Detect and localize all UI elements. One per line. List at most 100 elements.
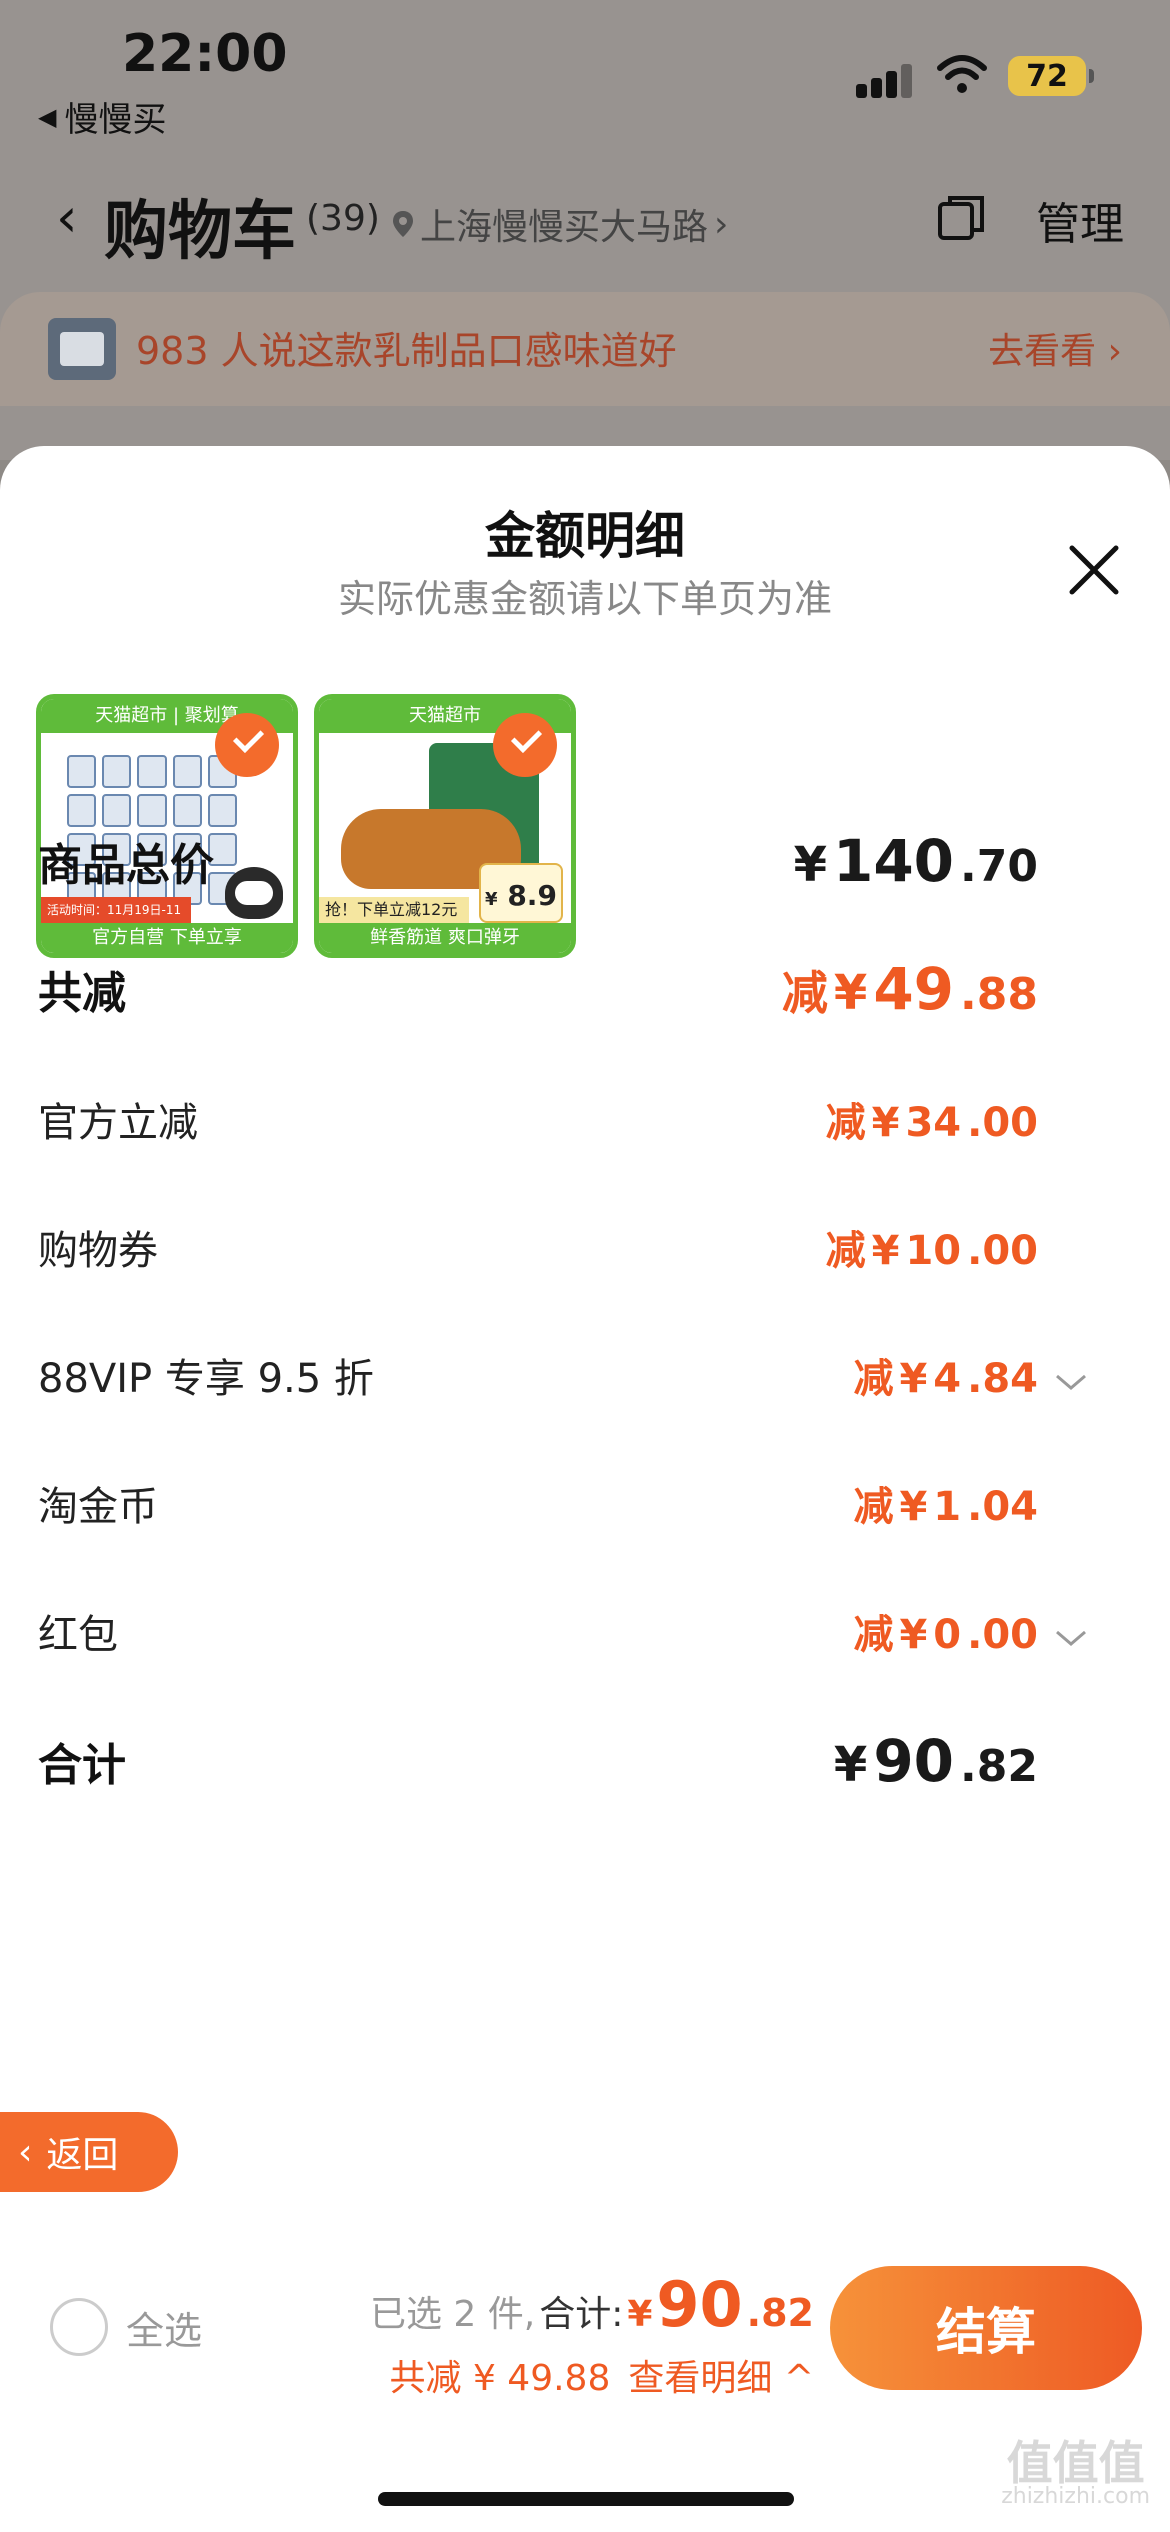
chevron-down-icon[interactable] [1054,1628,1088,1648]
amount-detail-sheet: 金额明细 实际优惠金额请以下单页为准 天猫超市 | 聚划算 活动时间：11月19… [0,446,1170,2532]
watermark-main: 值值值 [1006,2436,1145,2490]
amount-prefix: 减 [781,966,828,1020]
total-label: 合计: [539,2294,624,2335]
chevron-down-icon[interactable] [1054,1372,1088,1392]
amount-row-label: 红包 [38,1612,118,1658]
amount-row: 合计 ¥90.82 [38,1726,1088,1796]
amount-prefix: 减 [853,1612,894,1658]
amount-row[interactable]: 红包 减 ¥0.00 [38,1596,1088,1666]
amount-int: 1 [933,1484,962,1530]
chevron-up-icon: ^ [783,2358,814,2399]
amount-dec: .70 [960,841,1038,892]
amount-yen: ¥ [899,1612,928,1658]
cart-title: 购物车 [104,195,296,269]
amount-row: 淘金币 减 ¥1.04 [38,1468,1088,1538]
promo-link[interactable]: 去看看 › [988,322,1122,374]
amount-prefix: 减 [825,1228,866,1274]
back-triangle-icon: ◀ [38,102,57,131]
status-time: 22:00 [122,24,288,84]
close-icon[interactable] [1066,542,1122,598]
radio-icon[interactable] [50,2298,108,2356]
amount-row-label: 88VIP 专享 9.5 折 [38,1356,374,1402]
amount-int: 90 [873,1727,955,1795]
view-detail-link[interactable]: 查看明细 ^ [628,2349,814,2401]
amount-yen: ¥ [793,837,827,893]
watermark: 值值值 zhizhizhi.com [1001,2440,1150,2508]
return-button[interactable]: ‹ 返回 [0,2112,178,2192]
amount-row: 购物券 减 ¥10.00 [38,1212,1088,1282]
promo-link-label: 去看看 [988,331,1097,372]
total-decimal: .82 [746,2291,814,2335]
share-cart-icon[interactable] [936,192,988,244]
checkout-bar: 全选 已选 2 件, 合计: ¥ 90 .82 共减 ¥ 49.88 查看明细 … [0,2222,1170,2532]
status-bar: 22:00 ◀ 慢慢买 72 [0,0,1170,150]
amount-row: 共减 减 ¥49.88 [38,954,1088,1024]
checkout-button[interactable]: 结算 [830,2266,1142,2390]
amount-yen: ¥ [871,1100,900,1146]
home-indicator[interactable] [378,2492,794,2506]
amount-row-label: 合计 [38,1740,126,1791]
checkmark-icon[interactable] [215,713,279,777]
amount-row-value: 减 ¥0.00 [853,1602,1088,1660]
amount-int: 49 [873,955,955,1023]
amount-prefix: 减 [853,1356,894,1402]
amount-dec: .84 [967,1356,1038,1402]
amount-dec: .00 [967,1100,1038,1146]
select-all-toggle[interactable]: 全选 [50,2298,202,2356]
back-to-app-link[interactable]: ◀ 慢慢买 [38,92,166,141]
manage-button[interactable]: 管理 [1036,188,1124,252]
amount-row-value: 减 ¥34.00 [826,1090,1088,1148]
battery-indicator: 72 [1008,56,1094,96]
amount-yen: ¥ [833,965,868,1021]
amount-row-value: 减 ¥4.84 [853,1346,1088,1404]
amount-int: 34 [905,1100,962,1146]
watermark-sub: zhizhizhi.com [1001,2484,1150,2509]
amount-int: 4 [933,1356,962,1402]
delivery-location[interactable]: 上海慢慢买大马路 › [392,198,728,250]
amount-dec: .00 [967,1228,1038,1274]
amount-yen: ¥ [899,1484,928,1530]
amount-int: 0 [933,1612,962,1658]
amount-int: 10 [905,1228,962,1274]
amount-row-value: 减 ¥49.88 [782,955,1088,1023]
activity-date-tag: 活动时间：11月19日-11月21日 [41,897,191,943]
amount-row[interactable]: 88VIP 专享 9.5 折 减 ¥4.84 [38,1340,1088,1410]
promo-text: 983 人说这款乳制品口感味道好 [136,329,677,373]
return-label: 返回 [46,2135,119,2176]
total-yen: ¥ [627,2294,653,2335]
product-bottom-band: 官方自营 下单立享 [41,923,293,953]
chevron-left-icon: ‹ [18,2131,33,2173]
promo-banner[interactable]: 983 人说这款乳制品口感味道好 去看看 › [0,292,1170,406]
amount-yen: ¥ [899,1356,928,1402]
location-pin-icon [393,211,413,237]
amount-dec: .88 [960,969,1038,1020]
amount-dec: .00 [967,1612,1038,1658]
sheet-title: 金额明细 [485,507,685,565]
amount-row-value: 减 ¥1.04 [853,1474,1088,1532]
location-text: 上海慢慢买大马路 [420,207,709,248]
amount-dec: .04 [967,1484,1038,1530]
promo-product-thumbnail [48,318,116,380]
select-all-label: 全选 [126,2308,203,2353]
checkmark-icon[interactable] [493,713,557,777]
amount-row-label: 共减 [38,968,126,1019]
wifi-icon [937,55,987,93]
chevron-right-icon: › [714,203,729,245]
amount-row-value: 减 ¥10.00 [826,1218,1088,1276]
amount-row-label: 淘金币 [38,1484,158,1530]
sheet-subtitle: 实际优惠金额请以下单页为准 [337,577,832,621]
back-app-label: 慢慢买 [64,100,167,140]
selected-count: 已选 2 件, [369,2294,536,2335]
product-bottom-band: 鲜香筋道 爽口弹牙 [319,923,571,953]
cart-count: (39) [306,198,380,239]
total-integer: 90 [656,2268,743,2341]
amount-yen: ¥ [833,1737,868,1793]
order-summary: 已选 2 件, 合计: ¥ 90 .82 共减 ¥ 49.88 查看明细 ^ [364,2268,814,2401]
amount-int: 140 [832,827,955,895]
cellular-signal-icon [856,62,914,98]
chevron-left-icon[interactable]: ‹ [56,186,78,249]
amount-row-value: ¥140.70 [794,827,1088,895]
amount-row: 商品总价 ¥140.70 [38,826,1088,896]
amount-row-label: 购物券 [38,1228,158,1274]
amount-row-label: 商品总价 [38,840,214,891]
